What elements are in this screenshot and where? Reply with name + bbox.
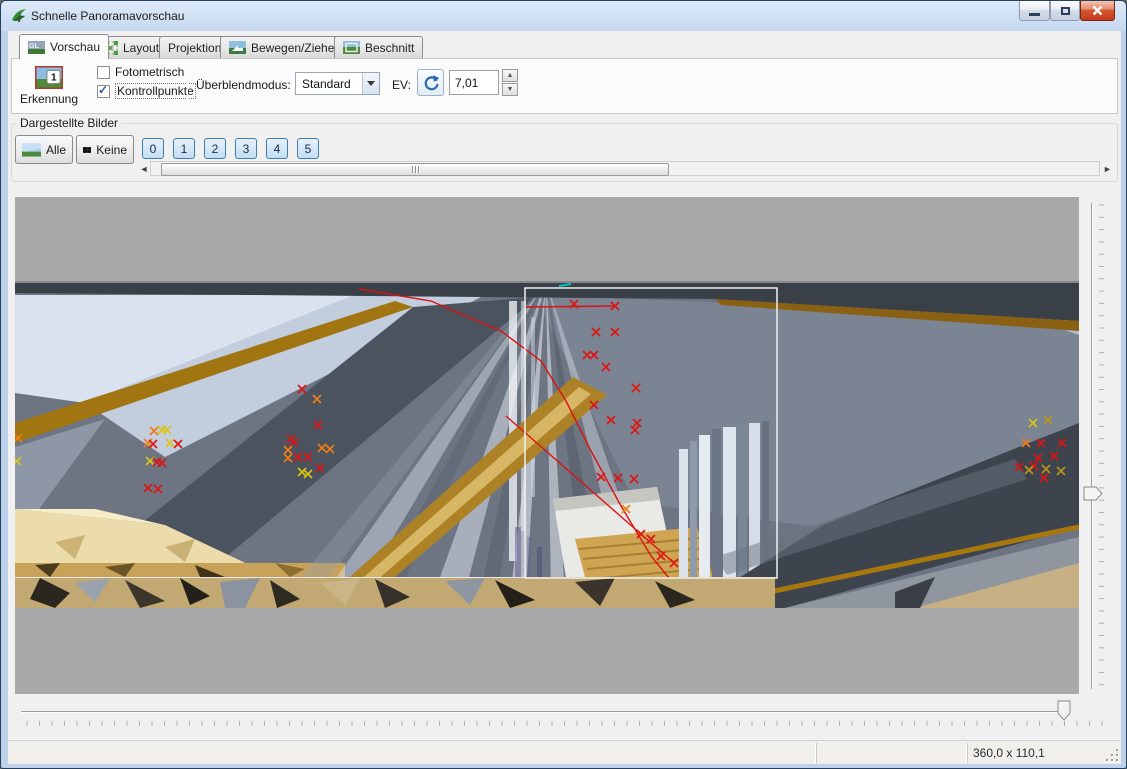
window-title: Schnelle Panoramavorschau — [31, 9, 184, 23]
toolbar-separator — [89, 62, 90, 108]
images-scrollbar[interactable]: ◄ ► — [138, 160, 1114, 177]
pano-size-status: 360,0 x 110,1 — [973, 746, 1045, 760]
ev-spin-down[interactable]: ▼ — [502, 83, 518, 96]
maximize-button[interactable] — [1050, 1, 1080, 21]
control-point-connection-line — [525, 306, 615, 307]
blendmode-value: Standard — [296, 77, 362, 91]
detect-label: Erkennung — [20, 92, 78, 106]
ev-label: EV: — [392, 78, 411, 92]
scroll-left-icon: ◄ — [140, 164, 149, 174]
check-icon: ✓ — [98, 83, 108, 97]
opengl-preview-icon: GL — [28, 41, 45, 54]
vertical-pitch-slider[interactable] — [1081, 197, 1117, 694]
tab-bewegen-ziehen[interactable]: Bewegen/Ziehen — [220, 36, 350, 58]
svg-text:1: 1 — [51, 73, 57, 84]
detect-icon: 1 — [35, 66, 63, 89]
maximize-icon — [1061, 7, 1070, 15]
ev-refresh-button[interactable] — [417, 69, 444, 96]
chevron-down-icon — [367, 81, 375, 86]
photometric-label[interactable]: Fotometrisch — [115, 65, 184, 79]
all-label: Alle — [46, 143, 66, 157]
minimize-icon — [1029, 13, 1040, 16]
ev-value: 7,01 — [455, 76, 478, 90]
toolbar-separator — [187, 62, 188, 108]
app-window: Schnelle Panoramavorschau GL Vorschau — [0, 0, 1127, 769]
spin-up-icon: ▲ — [507, 72, 514, 79]
close-button[interactable] — [1080, 1, 1115, 21]
slider-ticks — [27, 721, 1102, 726]
spin-down-icon: ▼ — [507, 86, 514, 93]
controlpoints-label[interactable]: Kontrollpunkte — [115, 83, 196, 99]
statusbar-separator — [967, 743, 968, 763]
horizontal-yaw-slider[interactable] — [15, 697, 1117, 729]
tab-label: Bewegen/Ziehen — [251, 41, 341, 55]
image-toggle-0[interactable]: 0 — [142, 138, 164, 159]
image-toggle-5[interactable]: 5 — [297, 138, 319, 159]
blendmode-select[interactable]: Standard — [295, 72, 380, 95]
detect-button[interactable]: 1 Erkennung — [14, 62, 84, 110]
statusbar-separator — [816, 743, 817, 763]
show-none-button[interactable]: Keine — [76, 135, 134, 164]
tab-label: Beschnitt — [365, 41, 414, 55]
blendmode-label: Überblendmodus: — [196, 78, 291, 92]
grip-icon — [412, 166, 419, 173]
controlpoints-checkbox-box[interactable]: ✓ — [97, 85, 110, 98]
panorama-preview-canvas[interactable] — [15, 197, 1079, 694]
tab-beschnitt[interactable]: Beschnitt — [334, 36, 423, 58]
minimize-button[interactable] — [1019, 1, 1050, 21]
svg-text:GL: GL — [29, 43, 39, 50]
tab-label: Projektion — [168, 41, 221, 55]
ev-spin-up[interactable]: ▲ — [502, 69, 518, 82]
photometric-checkbox[interactable]: Fotometrisch — [97, 65, 184, 79]
dropdown-arrow-zone[interactable] — [362, 73, 379, 94]
horizontal-slider-thumb[interactable] — [1058, 701, 1070, 720]
slider-ticks — [1099, 205, 1104, 685]
hugin-app-icon — [10, 7, 28, 25]
ev-value-field[interactable]: 7,01 — [449, 70, 499, 95]
tab-vorschau[interactable]: GL Vorschau — [19, 34, 109, 59]
crop-icon — [343, 41, 360, 54]
show-all-button[interactable]: Alle — [15, 135, 73, 164]
all-images-icon — [22, 142, 41, 158]
controlpoints-checkbox[interactable]: ✓ Kontrollpunkte — [97, 83, 196, 99]
resize-grip[interactable] — [1105, 748, 1118, 761]
scroll-left-arrow[interactable]: ◄ — [138, 160, 150, 177]
no-images-icon — [83, 142, 91, 158]
panorama-image — [15, 281, 1079, 608]
image-toggle-1[interactable]: 1 — [173, 138, 195, 159]
image-toggle-4[interactable]: 4 — [266, 138, 288, 159]
scrollbar-track[interactable] — [150, 161, 1100, 176]
none-label: Keine — [96, 143, 127, 157]
tab-label: Layout — [123, 41, 159, 55]
image-toggle-2[interactable]: 2 — [204, 138, 226, 159]
statusbar: 360,0 x 110,1 — [8, 740, 1121, 764]
scroll-right-arrow[interactable]: ► — [1101, 160, 1114, 177]
titlebar[interactable]: Schnelle Panoramavorschau — [1, 1, 1127, 31]
scroll-right-icon: ► — [1103, 164, 1112, 174]
refresh-icon — [421, 73, 440, 92]
photometric-checkbox-box[interactable] — [97, 66, 110, 79]
displayed-images-label: Dargestellte Bilder — [17, 116, 121, 130]
scrollbar-thumb[interactable] — [161, 163, 669, 176]
close-icon — [1092, 5, 1103, 16]
vertical-slider-thumb[interactable] — [1084, 487, 1102, 500]
tab-label: Vorschau — [50, 40, 100, 54]
image-toggle-3[interactable]: 3 — [235, 138, 257, 159]
move-drag-icon — [229, 41, 246, 54]
